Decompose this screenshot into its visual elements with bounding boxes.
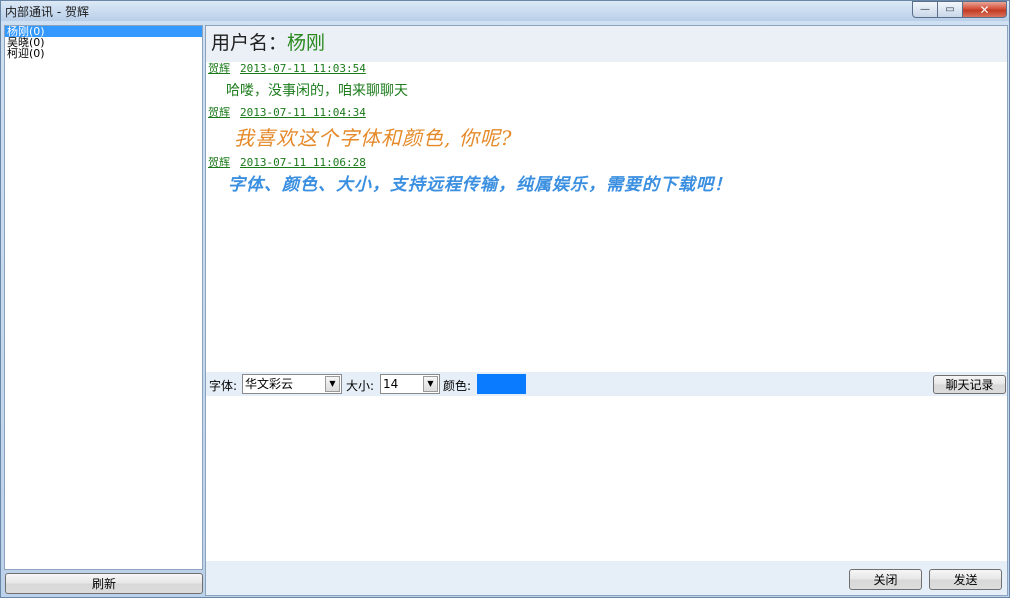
contact-list[interactable]: 杨刚(0) 吴晓(0) 柯迎(0) (4, 25, 203, 570)
refresh-button[interactable]: 刷新 (5, 573, 203, 594)
message-meta: 贺辉 2013-07-11 11:06:28 (206, 156, 1007, 170)
font-label: 字体: (209, 379, 238, 393)
close-window-button[interactable]: ✕ (963, 1, 1007, 18)
close-button[interactable]: 关闭 (849, 569, 922, 590)
contact-item-2[interactable]: 柯迎(0) (5, 48, 202, 59)
message-text: 我喜欢这个字体和颜色, 你呢? (234, 126, 513, 150)
minimize-button[interactable]: — (912, 1, 938, 18)
action-bar: 关闭 发送 (206, 561, 1007, 595)
message-text: 哈喽，没事闲的，咱来聊聊天 (226, 83, 408, 99)
size-label: 大小: (346, 379, 375, 393)
color-swatch[interactable] (477, 374, 526, 394)
message-meta: 贺辉 2013-07-11 11:04:34 (206, 106, 1007, 120)
message-sender: 贺辉 (208, 62, 230, 75)
maximize-button[interactable]: ▭ (938, 1, 963, 18)
message-input[interactable] (206, 396, 1007, 561)
font-select[interactable]: 华文彩云 ▼ (242, 374, 342, 394)
message-meta: 贺辉 2013-07-11 11:03:54 (206, 62, 1007, 76)
chat-header: 用户名：杨刚 (206, 26, 1007, 62)
message-text: 字体、颜色、大小，支持远程传输，纯属娱乐，需要的下载吧！ (228, 175, 732, 195)
chat-username: 杨刚 (287, 32, 326, 54)
title-bar[interactable]: 内部通讯 - 贺辉 — ▭ ✕ (1, 1, 1009, 21)
chevron-down-icon[interactable]: ▼ (423, 376, 438, 392)
window-controls: — ▭ ✕ (912, 1, 1007, 18)
chat-history[interactable]: 贺辉 2013-07-11 11:03:54 哈喽，没事闲的，咱来聊聊天 贺辉 20… (206, 62, 1007, 372)
close-icon: ✕ (979, 2, 990, 17)
chat-panel: 用户名：杨刚 贺辉 2013-07-11 11:03:54 哈喽，没事闲的，咱来聊… (205, 25, 1008, 596)
message-sender: 贺辉 (208, 156, 230, 169)
message-time: 2013-07-11 11:03:54 (240, 62, 366, 75)
format-toolbar: 字体: 华文彩云 ▼ 大小: 14 ▼ 颜色: 聊天记录 (206, 372, 1007, 396)
message-time: 2013-07-11 11:06:28 (240, 156, 366, 169)
message-sender: 贺辉 (208, 106, 230, 119)
message-time: 2013-07-11 11:04:34 (240, 106, 366, 119)
minimize-icon: — (920, 3, 930, 15)
maximize-icon: ▭ (945, 3, 955, 15)
color-label: 颜色: (443, 379, 472, 393)
chevron-down-icon[interactable]: ▼ (325, 376, 340, 392)
window-title: 内部通讯 - 贺辉 (5, 5, 89, 19)
username-prefix: 用户名： (211, 32, 288, 54)
send-button[interactable]: 发送 (929, 569, 1002, 590)
size-select[interactable]: 14 ▼ (380, 374, 440, 394)
size-select-value: 14 (383, 377, 399, 391)
font-select-value: 华文彩云 (245, 377, 294, 391)
main-window: 内部通讯 - 贺辉 — ▭ ✕ 杨刚(0) 吴晓(0) 柯迎(0) 刷新 用户名… (0, 0, 1010, 598)
chat-history-button[interactable]: 聊天记录 (933, 375, 1006, 394)
